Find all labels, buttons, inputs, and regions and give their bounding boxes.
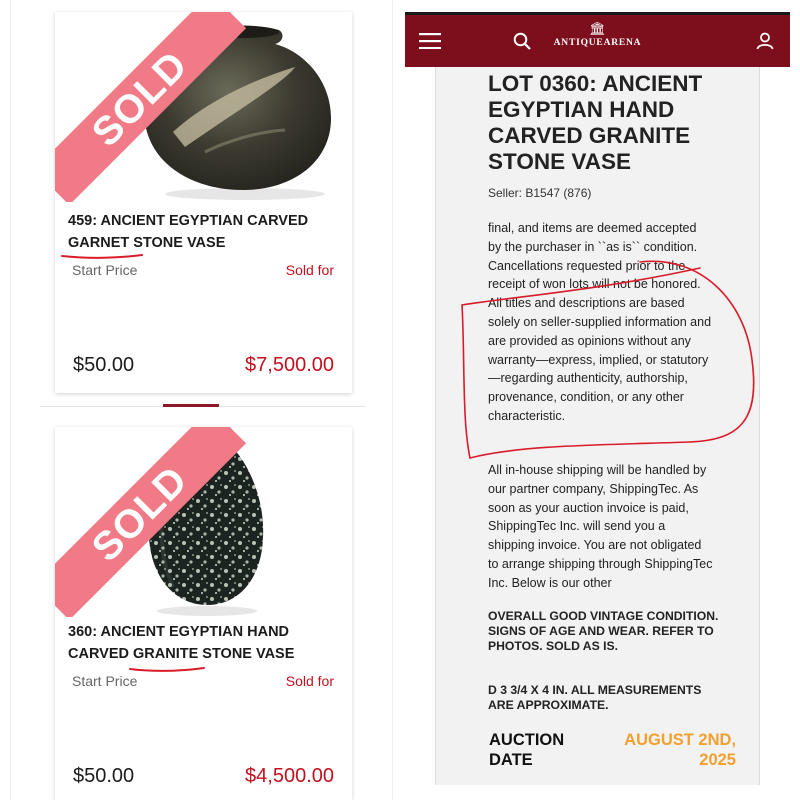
listing-card-garnet-vase[interactable]: SOLD 459: ANCIENT EGYPTIAN CARVED GARNET… bbox=[55, 12, 352, 393]
lot-content: LOT 0360: ANCIENT EGYPTIAN HAND CARVED G… bbox=[435, 67, 760, 785]
sold-price: $7,500.00 bbox=[245, 354, 334, 376]
auction-date-value: AUGUST 2ND, 2025 bbox=[624, 731, 736, 769]
start-price-label: Start Price bbox=[72, 262, 138, 278]
column-separator bbox=[392, 0, 393, 800]
listing-title[interactable]: 360: ANCIENT EGYPTIAN HAND CARVED GRANIT… bbox=[68, 621, 338, 665]
granite-stone-vase-photo[interactable]: SOLD bbox=[55, 427, 352, 617]
seller-info[interactable]: Seller: B1547 (876) bbox=[488, 186, 591, 200]
start-price-label: Start Price bbox=[72, 673, 138, 689]
start-price: $50.00 bbox=[73, 765, 135, 787]
shipping-paragraph: All in-house shipping will be handled by… bbox=[488, 463, 713, 590]
column-logo-icon: 🏛 bbox=[589, 21, 606, 36]
auction-date-label: AUCTION DATE bbox=[489, 731, 565, 769]
logo-text: ANTIQUEARENA bbox=[553, 38, 642, 48]
listing-title[interactable]: 459: ANCIENT EGYPTIAN CARVED GARNET STON… bbox=[68, 210, 338, 254]
user-icon[interactable] bbox=[753, 15, 777, 67]
dimensions-note: D 3 3/4 X 4 IN. ALL MEASUREMENTS ARE APP… bbox=[488, 683, 702, 712]
sold-for-label: Sold for bbox=[285, 262, 334, 278]
divider-accent bbox=[163, 404, 219, 407]
garnet-stone-vase-photo[interactable]: SOLD bbox=[55, 12, 352, 202]
lot-detail-screen: 🏛 ANTIQUEARENA LOT 0360: ANCIENT EGYPTIA… bbox=[405, 12, 790, 800]
lot-title: LOT 0360: ANCIENT EGYPTIAN HAND CARVED G… bbox=[488, 71, 703, 174]
sold-for-label: Sold for bbox=[285, 673, 334, 689]
top-nav-bar: 🏛 ANTIQUEARENA bbox=[405, 12, 790, 67]
terms-paragraph: final, and items are deemed accepted by … bbox=[488, 221, 712, 423]
start-price: $50.00 bbox=[73, 354, 135, 376]
listing-card-granite-vase[interactable]: SOLD 360: ANCIENT EGYPTIAN HAND CARVED G… bbox=[55, 427, 352, 800]
condition-note: OVERALL GOOD VINTAGE CONDITION. SIGNS OF… bbox=[488, 609, 719, 653]
antiquearena-logo[interactable]: 🏛 ANTIQUEARENA bbox=[405, 21, 790, 48]
left-column-edge bbox=[10, 0, 11, 800]
sold-price: $4,500.00 bbox=[245, 765, 334, 787]
